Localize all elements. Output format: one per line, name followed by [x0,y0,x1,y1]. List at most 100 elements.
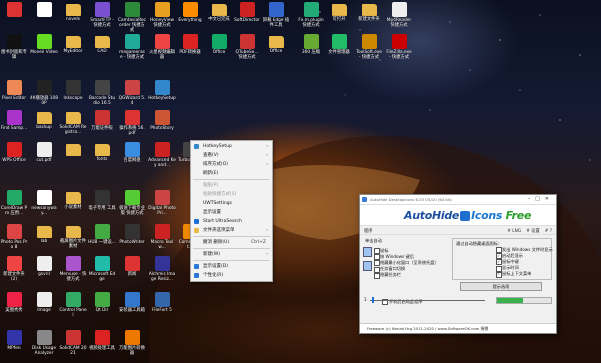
desktop-shortcut[interactable]: Microsoft Edge [88,254,116,282]
desktop-shortcut[interactable]: Digital Photo Pri... [148,188,176,216]
desktop-shortcut[interactable]: Mervuse - 快捷方式 [59,254,87,282]
context-menu-item[interactable]: Start UltraSearch [191,217,272,226]
desktop-shortcut[interactable]: backup [30,108,58,130]
desktop-shortcut[interactable]: cut.pdf [30,140,58,163]
desktop-shortcut[interactable]: 图书封面和专辑 [0,32,28,60]
desktop-shortcut[interactable]: CAD [88,32,116,54]
desktop-shortcut[interactable]: Macro Toolw... [148,222,176,250]
context-menu-item[interactable]: HotkeySetup › [191,142,272,151]
tips-options-button[interactable]: 提示选项 [460,282,542,291]
desktop-shortcut[interactable]: Office [205,32,233,55]
desktop-shortcut[interactable]: 截屏图片文件素材 [59,222,87,249]
desktop-shortcut[interactable] [30,0,58,18]
desktop-shortcut[interactable]: 中文已完成 [205,0,233,22]
desktop-shortcut[interactable]: SmartFTP - 快捷方式 [88,0,116,28]
desktop-shortcut[interactable]: 极速下载专业版 快捷方式 [118,188,146,216]
desktop-shortcut[interactable]: Office [262,32,290,54]
desktop-shortcut[interactable] [59,140,87,157]
desktop-shortcut[interactable]: Advanced Key and... [148,140,176,168]
desktop-shortcut[interactable]: Control Panel [59,290,87,318]
desktop-shortcut[interactable]: QGWizard 5.4 [118,78,146,106]
desktop-shortcut[interactable]: 视频处理工具 [88,328,116,351]
desktop-shortcut[interactable]: 360 压缩 [297,32,325,55]
desktop-shortcut[interactable]: ToolSoft.exe - 快捷方式 [355,32,383,60]
desktop-shortcut[interactable]: 电子专用 工具 [88,188,116,211]
desktop-shortcut[interactable]: WPS Office [0,140,28,163]
desktop-shortcut[interactable]: 美图秀秀 [0,290,28,313]
desktop-shortcut[interactable]: 火星视频编辑器 [148,32,176,60]
desktop-shortcut[interactable]: Qt Dir [88,290,116,313]
desktop-shortcut[interactable]: Find Samp... [0,108,28,131]
context-menu-item[interactable]: 排序方式(O) › [191,160,272,169]
desktop-shortcut[interactable]: gsvril [30,254,58,277]
desktop-shortcut[interactable]: Barcode Studio 16.5 [88,78,116,106]
desktop-shortcut[interactable]: MyEditor [59,32,87,54]
desktop-shortcut[interactable] [0,0,28,18]
desktop-shortcut[interactable]: MPfen [0,328,28,351]
desktop-shortcut[interactable]: Pixel Editor [0,78,28,101]
close-icon[interactable]: ✕ [545,196,554,202]
desktop-shortcut[interactable]: HoneyView 快捷方式 [148,0,176,28]
desktop-shortcut[interactable]: Inkscape [59,78,87,101]
desktop-shortcut[interactable]: Mp4Reader 快捷方式 [385,0,413,28]
desktop-shortcut[interactable]: PDF转换器 [176,32,204,55]
desktop-shortcut[interactable]: 小说素材 [59,188,87,210]
desktop-shortcut[interactable]: 新建文件夹 (2) [0,254,28,282]
app-icon [6,34,22,49]
desktop-shortcut[interactable]: novels [59,0,87,22]
desktop-shortcut[interactable]: 卸载 Edge 插件工具 [262,0,290,28]
context-menu-item[interactable]: 文件夹选项菜单 › [191,226,272,235]
context-menu-item[interactable]: 显示设置(D) [191,262,272,271]
desktop-shortcut[interactable]: 文件管理器 [325,32,353,55]
desktop-shortcut[interactable]: HUB 一键设... [88,222,116,245]
context-menu-item[interactable]: 新建(W) › [191,250,272,259]
desktop-shortcut[interactable]: CamtasiaRecorder 快捷方式 [118,0,146,33]
desktop-shortcut[interactable]: SoftDirector [233,0,261,23]
desktop-shortcut[interactable]: FileZilla.exe - 快捷方式 [385,32,413,60]
desktop-shortcut[interactable]: Fx.m.plugin 快捷方式 [297,0,325,28]
desktop-shortcut[interactable]: CorelDraw Pro 应用... [0,188,28,216]
desktop-shortcut[interactable]: 百度网盘 [118,140,146,163]
desktop-shortcut[interactable]: 安装器工具箱 [118,290,146,313]
desktop-shortcut[interactable]: HotkeySetup [148,78,176,101]
delay-slider-thumb[interactable] [372,297,374,303]
desktop-shortcut[interactable]: SolidCAM Registra... [59,108,87,135]
autohide-option-label: 发出 Windows 文件时显示 [502,246,553,252]
desktop-shortcut[interactable]: 可打开 [325,0,353,22]
context-menu-item[interactable]: 显示设置 [191,208,272,217]
context-menu-item[interactable]: 撤消 删除(U) Ctrl+Z [191,238,272,247]
context-menu-item[interactable]: UWTSettings [191,199,272,208]
desktop-shortcut[interactable]: fonts [88,140,116,162]
desktop-shortcut[interactable]: lab [30,222,58,244]
minimize-icon[interactable]: – [528,196,536,202]
desktop-shortcut[interactable]: Disk Usage Analyzer [30,328,58,356]
status-text[interactable]: Freeware (c) Nenad Hrg 2011-2020 / www.S… [367,326,488,331]
maximize-icon[interactable]: □ [535,196,545,202]
context-menu-item[interactable]: 粘贴(P) [191,181,272,190]
context-menu-item[interactable]: 粘贴快捷方式(S) [191,190,272,199]
desktop-shortcut[interactable]: QTubeSe... 快捷方式 [233,32,261,60]
desktop-shortcut[interactable]: 新建文件夹 [355,0,383,22]
desktop-shortcut[interactable]: 新闻 [118,254,146,277]
desktop-shortcut[interactable]: 4K播放器 1080P [30,78,58,106]
desktop-shortcut[interactable]: PhotoWriter [118,222,146,245]
delay-slider-track[interactable] [370,300,485,301]
context-menu-item[interactable]: 刷新(E) [191,169,272,178]
desktop-shortcut[interactable]: 万能图片转换器 [118,328,146,356]
desktop-shortcut[interactable]: PhotoStory [148,108,176,131]
desktop-shortcut[interactable]: newsanyway... [30,188,58,216]
desktop-shortcut[interactable]: 操作系统 56.pdf [118,108,146,136]
desktop-shortcut[interactable]: Photo Pos Pro 8 [0,222,28,250]
desktop-shortcut[interactable]: 万能证件照 [88,108,116,131]
desktop-shortcut[interactable]: SolidCAM 2021 [59,328,87,356]
desktop-shortcut[interactable]: Moneil Video [30,32,58,55]
desktop-shortcut[interactable]: Everything [176,0,204,23]
context-menu-item[interactable]: 个性化(R) [191,271,272,280]
window-titlebar[interactable]: AutoHide DesktopIcons 6.03 OS/10 (64 bit… [360,195,556,205]
desktop-shortcut[interactable]: FileFort 5 [148,290,176,313]
desktop-shortcut[interactable]: Alchmis Image Resiz... [148,254,176,282]
context-menu-item[interactable]: 查看(V) › [191,151,272,160]
desktop-shortcut-label: QGWizard 5.4 [118,96,146,106]
desktop-shortcut[interactable]: Image [30,290,58,313]
desktop-shortcut[interactable]: megamerase - 快捷方式 [118,32,146,60]
